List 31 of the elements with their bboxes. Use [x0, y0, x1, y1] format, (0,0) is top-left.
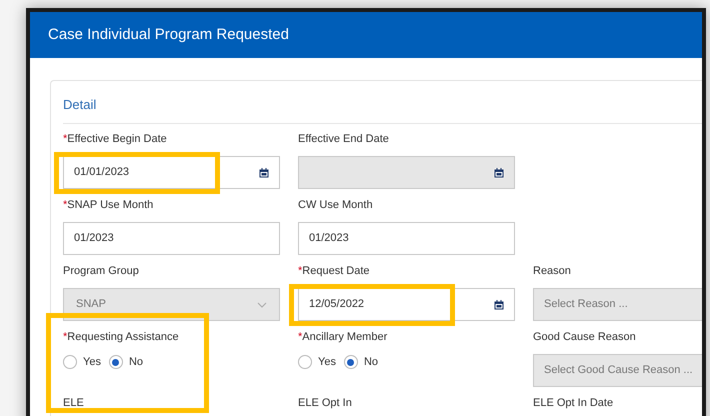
- input-field[interactable]: 01/2023: [63, 222, 280, 255]
- field-label: Effective Begin Date: [67, 132, 167, 146]
- radio-option[interactable]: No: [344, 354, 378, 370]
- chevron-down-icon: [257, 302, 267, 308]
- required-mark: *: [63, 330, 68, 344]
- radio-option[interactable]: Yes: [298, 354, 336, 370]
- field-label: ELE Opt In: [298, 396, 352, 410]
- required-mark: *: [63, 198, 68, 212]
- field-label: ELE: [63, 396, 84, 410]
- required-mark: *: [63, 132, 68, 146]
- field-label: Effective End Date: [298, 132, 389, 146]
- field-label: Program Group: [63, 264, 139, 278]
- calendar-icon[interactable]: [494, 300, 504, 310]
- field-label: Request Date: [302, 264, 370, 278]
- radio-option[interactable]: No: [108, 354, 144, 370]
- input-field[interactable]: 01/2023: [298, 222, 515, 255]
- field-label: Reason: [533, 264, 571, 278]
- field-label: ELE Opt In Date: [533, 396, 614, 410]
- field-label: CW Use Month: [298, 198, 373, 212]
- required-mark: *: [298, 264, 302, 278]
- section-title: Detail: [63, 97, 96, 112]
- date-field[interactable]: 01/01/2023: [63, 156, 280, 189]
- field-label: Ancillary Member: [302, 330, 388, 344]
- required-mark: *: [298, 330, 302, 344]
- field-label: Requesting Assistance: [67, 330, 179, 344]
- date-field[interactable]: 12/05/2022: [298, 288, 515, 321]
- calendar-icon[interactable]: [259, 168, 269, 178]
- radio-option[interactable]: Yes: [63, 354, 101, 370]
- field-label: Good Cause Reason: [533, 330, 636, 344]
- field-label: SNAP Use Month: [67, 198, 154, 212]
- window-title: Case Individual Program Requested: [48, 24, 289, 45]
